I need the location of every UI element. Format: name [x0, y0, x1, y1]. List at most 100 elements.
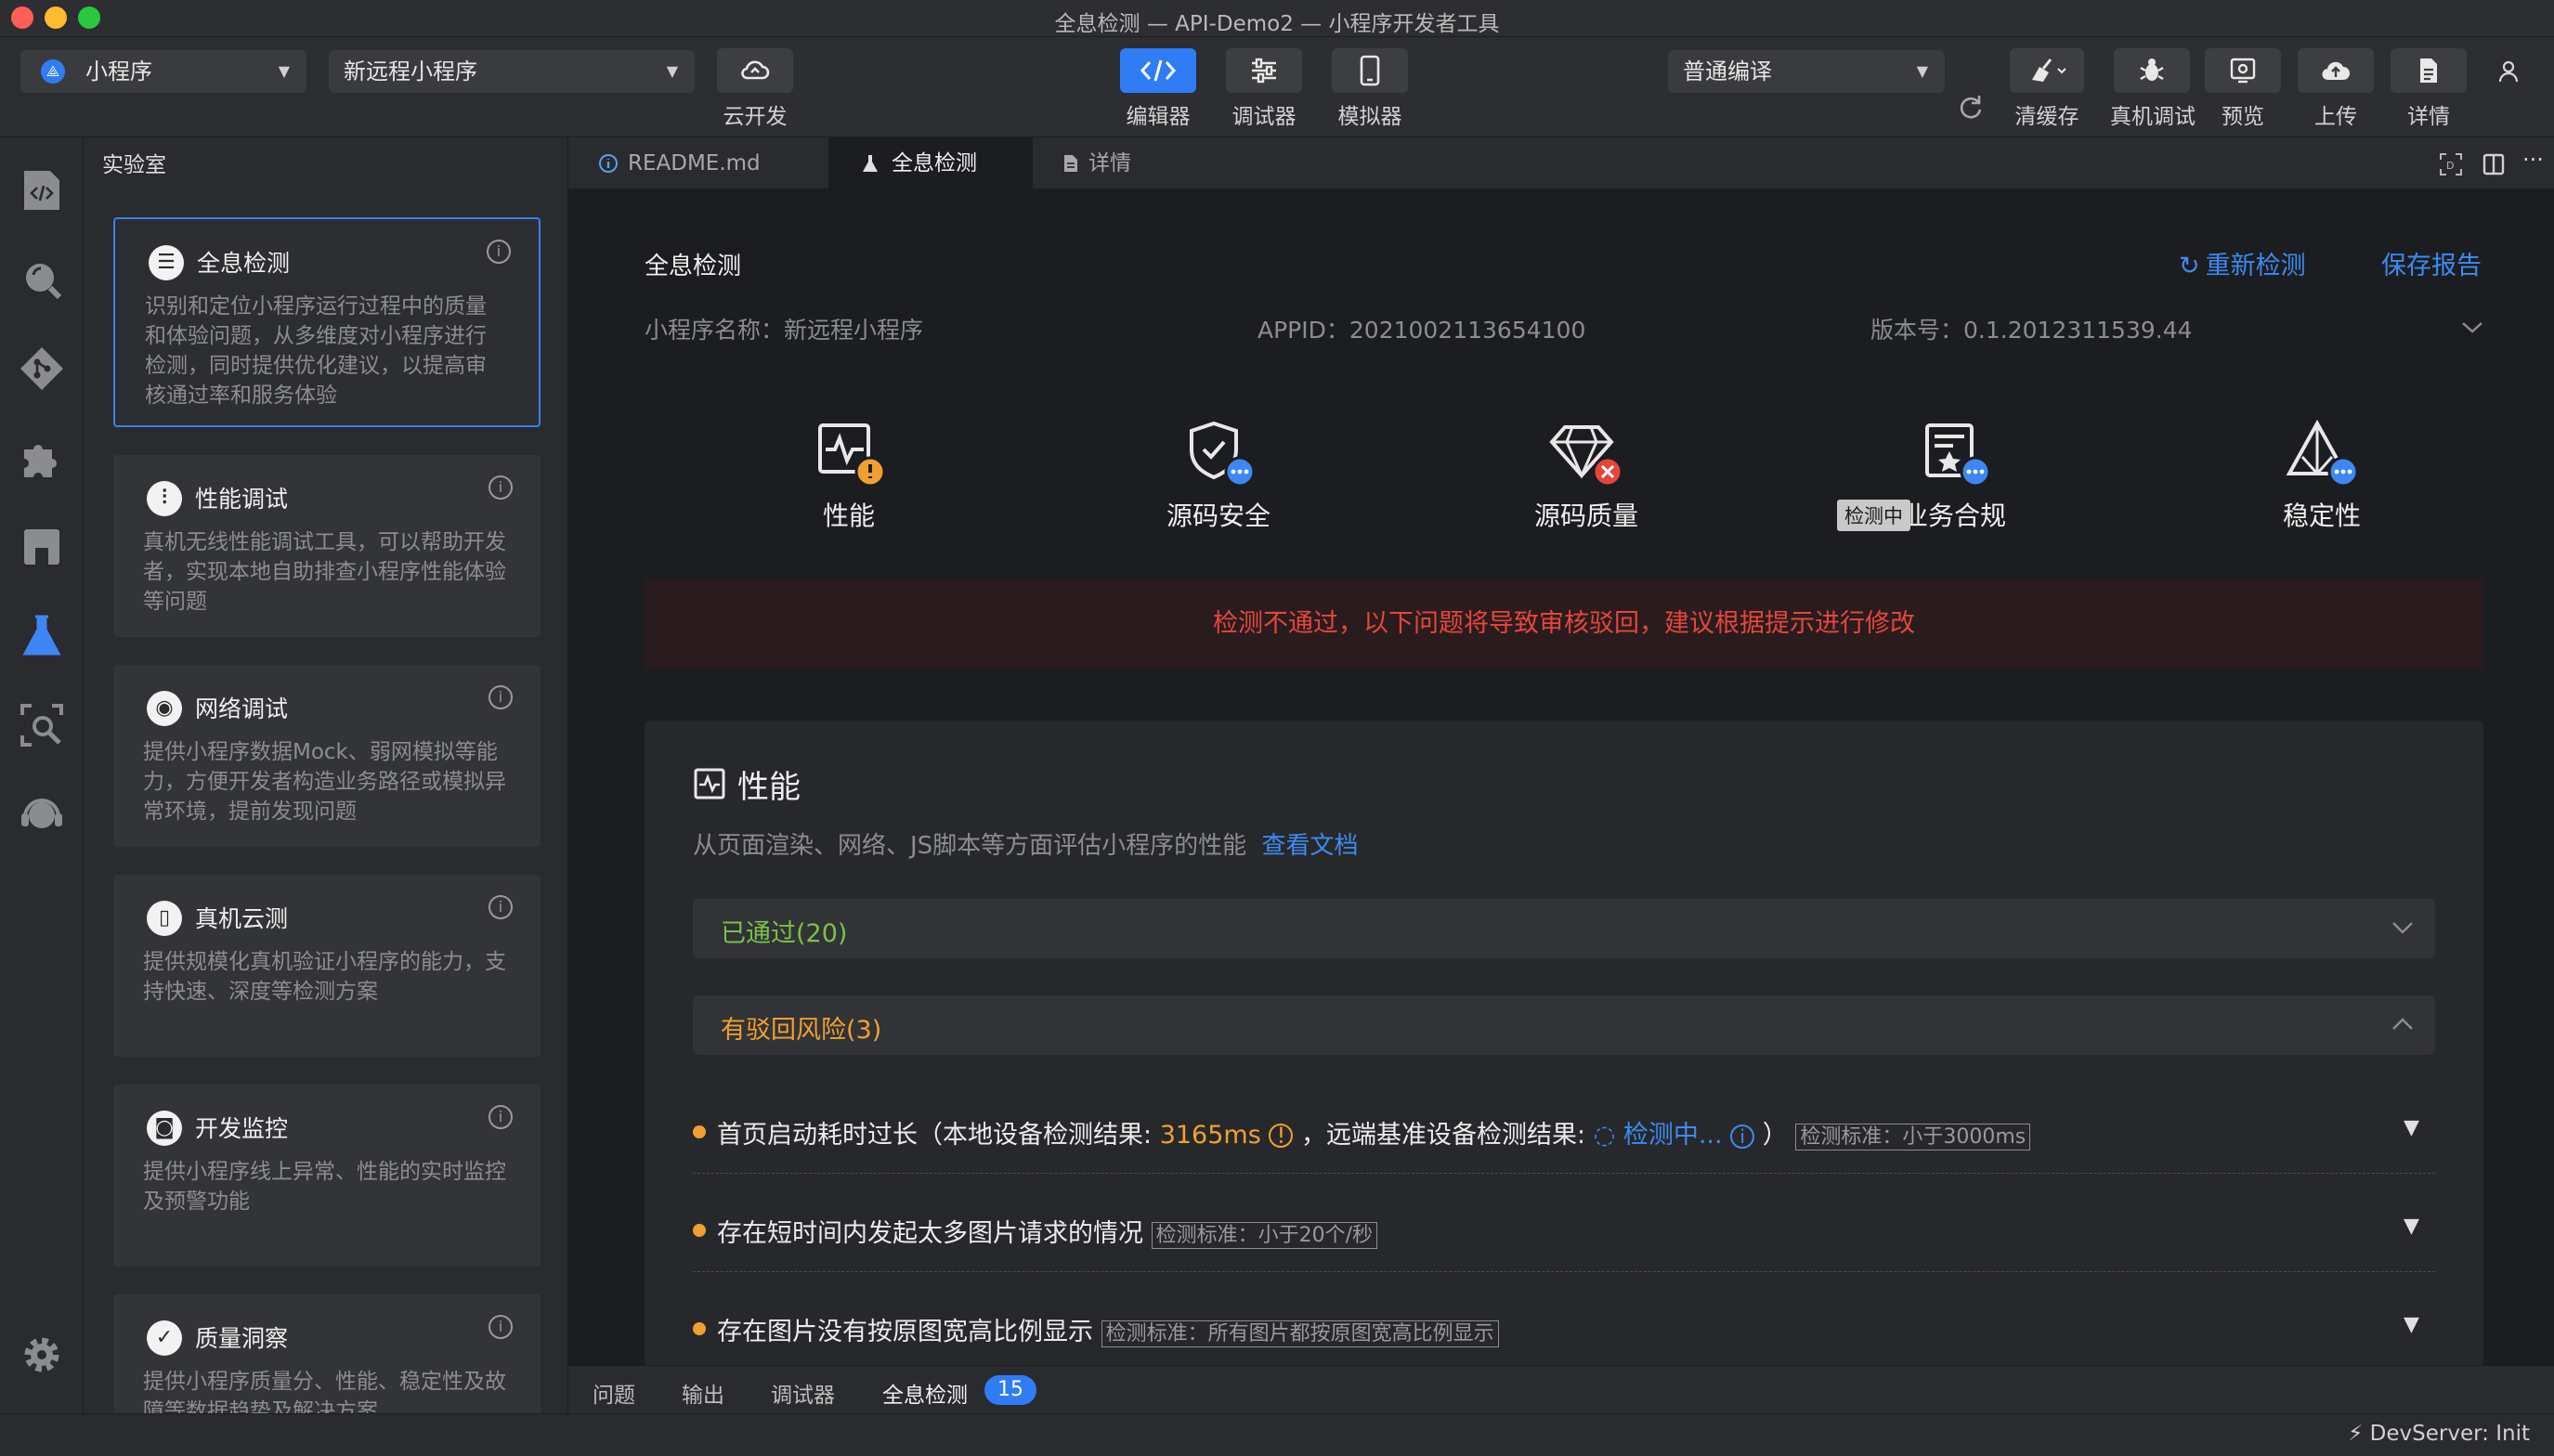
recheck-button[interactable]: ↻ 重新检测 — [2179, 245, 2306, 281]
tab-holographic-check[interactable]: 全息检测 — [882, 1377, 968, 1409]
activity-support[interactable] — [17, 789, 67, 839]
risk-item-text: 存在图片没有按原图宽高比例显示 检测标准：所有图片都按原图宽高比例显示 — [717, 1311, 1499, 1347]
project-select-value: 新远程小程序 — [344, 58, 477, 84]
info-icon[interactable]: i — [487, 240, 511, 264]
activity-inspect[interactable] — [17, 700, 67, 750]
lab-card-desc: 提供小程序质量分、性能、稳定性及故障等数据趋势及解决方案 — [143, 1370, 506, 1413]
lab-card-network-debug[interactable]: ◉ 网络调试 i 提供小程序数据Mock、弱网模拟等能力，方便开发者构造业务路径… — [113, 665, 541, 847]
lab-card-dev-monitor[interactable]: ◙ 开发监控 i 提供小程序线上异常、性能的实时监控及预警功能 — [113, 1085, 541, 1267]
info-icon[interactable]: i — [489, 895, 513, 919]
lab-card-cloud-device-test[interactable]: ▯ 真机云测 i 提供规模化真机验证小程序的能力，支持快速、深度等检测方案 — [113, 875, 541, 1057]
category-stability[interactable]: 稳定性 — [2238, 419, 2405, 531]
view-docs-link[interactable]: 查看文档 — [1261, 832, 1358, 860]
remote-debug-button[interactable] — [2114, 48, 2190, 93]
preview-icon — [2230, 58, 2256, 84]
tab-label: 全息检测 — [892, 151, 977, 176]
pyramid-icon — [2286, 419, 2359, 488]
passed-group[interactable]: 已通过(20) — [693, 899, 2435, 958]
lab-card-desc: 提供小程序数据Mock、弱网模拟等能力，方便开发者构造业务路径或模拟异常环境，提… — [143, 740, 506, 824]
activity-search[interactable] — [17, 254, 67, 305]
activity-settings[interactable] — [17, 1330, 67, 1380]
details-label: 详情 — [2407, 105, 2450, 129]
local-result-value: 3165ms — [1159, 1121, 1261, 1150]
svg-text:D: D — [2446, 160, 2454, 172]
lab-sidebar: 实验室 ☰ 全息检测 i 识别和定位小程序运行过程中的质量和体验问题，从多维度对… — [84, 137, 568, 1413]
tab-readme[interactable]: README.md — [568, 137, 828, 189]
tab-output[interactable]: 输出 — [682, 1377, 724, 1409]
info-icon[interactable]: i — [489, 1315, 513, 1339]
risk-item[interactable]: 存在短时间内发起太多图片请求的情况 检测标准：小于20个/秒 ▼ — [693, 1177, 2435, 1272]
lab-card-title: 全息检测 — [197, 250, 291, 277]
risk-group[interactable]: 有驳回风险(3) — [693, 995, 2435, 1055]
issue-count-badge: 15 — [984, 1375, 1036, 1405]
chevron-down-icon: ▼ — [666, 62, 678, 80]
category-label: 源码安全 — [1166, 500, 1270, 531]
details-button[interactable] — [2391, 48, 2467, 93]
category-label: 稳定性 — [2282, 500, 2361, 531]
tab-problems[interactable]: 问题 — [593, 1377, 635, 1409]
tab-details[interactable]: 详情 — [1033, 137, 1200, 189]
lab-card-quality-insight[interactable]: ✓ 质量洞察 i 提供小程序质量分、性能、稳定性及故障等数据趋势及解决方案 — [113, 1294, 541, 1413]
split-editor-icon[interactable] — [2482, 152, 2506, 176]
simulator-toggle[interactable] — [1332, 48, 1408, 93]
debugger-toggle[interactable] — [1226, 48, 1302, 93]
user-icon — [2498, 60, 2519, 83]
save-report-button[interactable]: 保存报告 — [2381, 245, 2482, 281]
info-icon[interactable]: i — [489, 475, 513, 500]
risk-item[interactable]: 首页启动耗时过长（本地设备检测结果: 3165ms ! ，远端基准设备检测结果:… — [693, 1088, 2435, 1174]
certificate-icon — [1925, 423, 1991, 488]
compile-select[interactable]: 普通编译 ▼ — [1668, 50, 1945, 93]
chevron-down-icon: ▼ — [278, 62, 290, 80]
document-icon — [1064, 155, 1077, 172]
debug-toggle-icon[interactable]: D — [2439, 152, 2463, 176]
clear-cache-button[interactable] — [2010, 48, 2084, 93]
category-performance[interactable]: 性能 — [784, 420, 914, 531]
category-code-security[interactable]: 源码安全 — [1135, 420, 1302, 531]
activity-store[interactable] — [17, 522, 67, 572]
chevron-down-icon: ▼ — [1916, 62, 1928, 80]
info-icon[interactable]: i — [489, 685, 513, 709]
lab-card-holographic-check[interactable]: ☰ 全息检测 i 识别和定位小程序运行过程中的质量和体验问题，从多维度对小程序进… — [113, 217, 541, 427]
info-icon[interactable]: i — [1730, 1124, 1755, 1149]
activity-editor[interactable] — [17, 165, 67, 215]
caret-down-icon[interactable]: ▼ — [2404, 1313, 2419, 1336]
lab-card-performance-debug[interactable]: ⫶ 性能调试 i 真机无线性能调试工具，可以帮助开发者，实现本地自助排查小程序性… — [113, 455, 541, 637]
category-code-quality[interactable]: 源码质量 — [1503, 420, 1670, 531]
store-icon — [24, 529, 59, 565]
equalizer-icon: ⫶ — [147, 481, 182, 516]
editor-toggle[interactable] — [1120, 48, 1196, 93]
cloud-dev-button[interactable] — [717, 48, 793, 93]
diamond-icon — [1549, 425, 1623, 488]
standard-tag: 检测标准：小于20个/秒 — [1151, 1222, 1378, 1249]
lab-card-desc: 真机无线性能调试工具，可以帮助开发者，实现本地自助排查小程序性能体验等问题 — [143, 530, 506, 614]
fail-banner: 检测不通过，以下问题将导致审核驳回，建议根据提示进行修改 — [645, 579, 2483, 669]
mode-select[interactable]: ⟁ 小程序 ▼ — [20, 50, 306, 93]
risk-item-text: 存在短时间内发起太多图片请求的情况 检测标准：小于20个/秒 — [717, 1213, 1378, 1249]
preview-button[interactable] — [2205, 48, 2281, 93]
activity-lab[interactable] — [17, 611, 67, 661]
warning-icon[interactable]: ! — [1269, 1124, 1294, 1148]
upload-button[interactable] — [2298, 48, 2374, 93]
account-button[interactable] — [2493, 56, 2524, 87]
tab-holographic-check[interactable]: 全息检测 — [828, 137, 1033, 189]
upload-cloud-icon — [2322, 61, 2350, 81]
report-title: 全息检测 — [645, 253, 742, 280]
activity-git[interactable] — [17, 344, 67, 394]
more-actions-icon[interactable]: ··· — [2522, 147, 2544, 173]
refresh-compile-button[interactable] — [1954, 91, 1987, 124]
project-select[interactable]: 新远程小程序 ▼ — [329, 50, 695, 93]
remote-result-value: 检测中... — [1622, 1121, 1723, 1150]
devserver-status[interactable]: ⚡ DevServer: Init — [2348, 1422, 2530, 1446]
caret-down-icon[interactable]: ▼ — [2404, 1215, 2419, 1238]
caret-down-icon[interactable]: ▼ — [2404, 1116, 2419, 1139]
app-name: 小程序名称：新远程小程序 — [645, 317, 924, 344]
info-icon[interactable]: i — [489, 1105, 513, 1129]
performance-section: 性能 从页面渲染、网络、JS脚本等方面评估小程序的性能 查看文档 已通过(20)… — [645, 721, 2483, 1365]
chevron-down-icon[interactable] — [2459, 318, 2485, 336]
lab-card-title: 开发监控 — [195, 1115, 289, 1142]
puzzle-icon — [24, 444, 57, 477]
tab-debugger[interactable]: 调试器 — [771, 1377, 835, 1409]
risk-item[interactable]: 存在图片没有按原图宽高比例显示 检测标准：所有图片都按原图宽高比例显示 ▼ — [693, 1276, 2435, 1365]
tab-label: 详情 — [1088, 151, 1131, 176]
activity-extensions[interactable] — [17, 433, 67, 483]
